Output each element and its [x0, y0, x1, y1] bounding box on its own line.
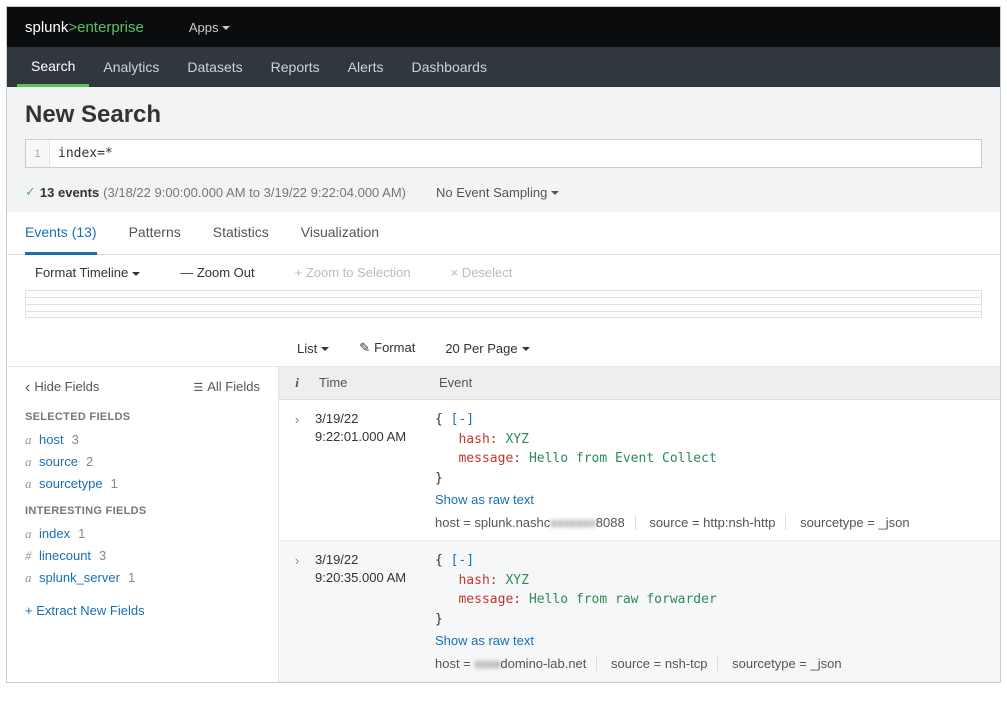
caret-down-icon — [222, 26, 230, 30]
field-splunk-server[interactable]: asplunk_server1 — [25, 567, 260, 589]
event-source[interactable]: source = http:nsh-http — [639, 515, 786, 530]
nav-reports[interactable]: Reports — [257, 47, 334, 87]
fields-sidebar: Hide Fields All Fields SELECTED FIELDS a… — [7, 367, 279, 682]
col-header-time[interactable]: Time — [315, 367, 435, 399]
event-sourcetype[interactable]: sourcetype = _json — [790, 515, 919, 530]
event-meta: host = xxxxdomino-lab.net source = nsh-t… — [435, 656, 1000, 671]
hide-fields-button[interactable]: Hide Fields — [25, 379, 99, 397]
search-status-bar: ✓ 13 events (3/18/22 9:00:00.000 AM to 3… — [7, 178, 1000, 212]
event-timestamp: 3/19/22 9:20:35.000 AM — [315, 551, 435, 671]
caret-down-icon — [132, 272, 140, 276]
brand-logo: splunk>enterprise — [25, 19, 144, 36]
apps-menu-label: Apps — [189, 20, 219, 35]
nav-alerts[interactable]: Alerts — [334, 47, 398, 87]
event-sourcetype[interactable]: sourcetype = _json — [722, 656, 851, 671]
caret-down-icon — [551, 191, 559, 195]
nav-analytics[interactable]: Analytics — [89, 47, 173, 87]
interesting-fields-header: INTERESTING FIELDS — [25, 505, 260, 517]
search-box: 1 — [25, 139, 982, 168]
search-line-gutter: 1 — [26, 140, 50, 167]
event-list-toolbar: List Format 20 Per Page — [279, 328, 1000, 366]
field-host[interactable]: ahost3 — [25, 429, 260, 451]
show-raw-text-link[interactable]: Show as raw text — [435, 633, 534, 648]
result-tabs: Events (13) Patterns Statistics Visualiz… — [7, 212, 1000, 255]
event-source[interactable]: source = nsh-tcp — [601, 656, 718, 671]
per-page-menu[interactable]: 20 Per Page — [445, 341, 529, 356]
field-source[interactable]: asource2 — [25, 451, 260, 473]
field-sourcetype[interactable]: asourcetype1 — [25, 473, 260, 495]
event-json: { [-] hash: XYZ message: Hello from raw … — [435, 551, 1000, 629]
tab-statistics[interactable]: Statistics — [213, 212, 269, 254]
selected-fields-header: SELECTED FIELDS — [25, 411, 260, 423]
tab-patterns[interactable]: Patterns — [129, 212, 181, 254]
timeline-strip[interactable] — [25, 290, 982, 318]
event-sampling-menu[interactable]: No Event Sampling — [436, 185, 559, 200]
events-table: i Time Event › 3/19/22 9:22:01.000 AM { … — [279, 367, 1000, 682]
global-topbar: splunk>enterprise Apps — [7, 7, 1000, 47]
format-timeline-button[interactable]: Format Timeline — [35, 265, 140, 280]
col-header-event[interactable]: Event — [435, 367, 1000, 399]
brand-chevron: > — [68, 19, 77, 36]
event-timestamp: 3/19/22 9:22:01.000 AM — [315, 410, 435, 530]
page-title: New Search — [25, 101, 982, 129]
field-linecount[interactable]: #linecount3 — [25, 545, 260, 567]
field-index[interactable]: aindex1 — [25, 523, 260, 545]
event-row: › 3/19/22 9:20:35.000 AM { [-] hash: XYZ… — [279, 541, 1000, 682]
all-fields-button[interactable]: All Fields — [193, 379, 260, 397]
check-icon: ✓ — [25, 184, 36, 200]
event-row: › 3/19/22 9:22:01.000 AM { [-] hash: XYZ… — [279, 400, 1000, 541]
zoom-to-selection-button: + Zoom to Selection — [295, 265, 411, 280]
nav-dashboards[interactable]: Dashboards — [397, 47, 501, 87]
search-area: 1 — [7, 139, 1000, 178]
event-sampling-label: No Event Sampling — [436, 185, 547, 200]
list-view-menu[interactable]: List — [297, 341, 329, 356]
event-host[interactable]: host = xxxxdomino-lab.net — [435, 656, 597, 671]
events-table-header: i Time Event — [279, 367, 1000, 400]
event-count: 13 events — [40, 185, 99, 200]
event-json: { [-] hash: XYZ message: Hello from Even… — [435, 410, 1000, 488]
event-meta: host = splunk.nashcxxxxxxx8088 source = … — [435, 515, 1000, 530]
main-content: Hide Fields All Fields SELECTED FIELDS a… — [7, 366, 1000, 682]
json-collapse-toggle[interactable]: [-] — [451, 412, 474, 427]
app-navbar: Search Analytics Datasets Reports Alerts… — [7, 47, 1000, 87]
show-raw-text-link[interactable]: Show as raw text — [435, 492, 534, 507]
extract-new-fields-link[interactable]: + Extract New Fields — [25, 603, 260, 618]
tab-visualization[interactable]: Visualization — [301, 212, 379, 254]
tab-events[interactable]: Events (13) — [25, 212, 97, 255]
expand-row-icon[interactable]: › — [279, 551, 315, 671]
zoom-out-button[interactable]: — Zoom Out — [180, 265, 254, 280]
event-host[interactable]: host = splunk.nashcxxxxxxx8088 — [435, 515, 636, 530]
timeline-toolbar: Format Timeline — Zoom Out + Zoom to Sel… — [7, 255, 1000, 290]
nav-search[interactable]: Search — [17, 47, 89, 87]
caret-down-icon — [321, 347, 329, 351]
brand-part1: splunk — [25, 19, 68, 36]
event-body: { [-] hash: XYZ message: Hello from raw … — [435, 551, 1000, 671]
search-input[interactable] — [50, 140, 981, 167]
col-header-info[interactable]: i — [279, 367, 315, 399]
deselect-button: × Deselect — [451, 265, 513, 280]
event-time-range: (3/18/22 9:00:00.000 AM to 3/19/22 9:22:… — [103, 185, 406, 200]
json-collapse-toggle[interactable]: [-] — [451, 553, 474, 568]
brand-part2: enterprise — [77, 19, 144, 36]
event-body: { [-] hash: XYZ message: Hello from Even… — [435, 410, 1000, 530]
expand-row-icon[interactable]: › — [279, 410, 315, 530]
nav-datasets[interactable]: Datasets — [173, 47, 256, 87]
page-header: New Search — [7, 87, 1000, 139]
caret-down-icon — [522, 347, 530, 351]
format-events-button[interactable]: Format — [359, 340, 415, 356]
apps-menu[interactable]: Apps — [189, 20, 231, 35]
